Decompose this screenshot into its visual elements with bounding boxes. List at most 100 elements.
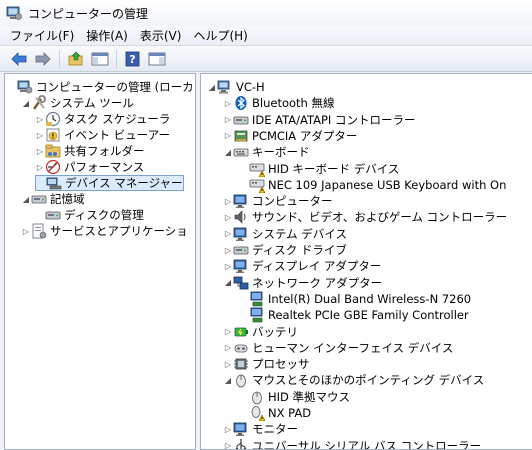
show-hide-console-tree-button[interactable] <box>89 48 111 70</box>
device-tree-item[interactable]: ▷ モニター <box>223 421 298 437</box>
device-tree-item[interactable]: ◢ ネットワーク アダプター <box>223 275 382 291</box>
device-tree-label: Bluetooth 無線 <box>252 96 335 111</box>
device-tree-label: Intel(R) Dual Band Wireless-N 7260 <box>268 291 472 306</box>
console-tree-item[interactable]: デバイス マネージャー <box>35 175 184 191</box>
collapsed-arrow-icon[interactable]: ▷ <box>223 438 233 449</box>
device-tree-item[interactable]: ◢ VC-H <box>207 79 265 95</box>
device-tree-pane: ◢ VC-H ▷ Bluetooth 無線 ▷ IDE ATA/ATAPI コントローラー… <box>200 73 532 450</box>
device-tree-item[interactable]: ▷ ディスク ドライブ <box>223 242 347 258</box>
shared-folder-icon <box>45 144 61 158</box>
device-tree-item[interactable]: ▷ サウンド、ビデオ、およびゲーム コントローラー <box>223 209 507 225</box>
collapsed-arrow-icon[interactable]: ▷ <box>223 421 233 437</box>
device-tree-item[interactable]: ▷ プロセッサ <box>223 356 310 372</box>
collapsed-arrow-icon[interactable]: ▷ <box>21 223 31 239</box>
toolbar: ? <box>0 46 532 72</box>
device-tree-item[interactable]: NX PAD <box>239 405 311 421</box>
help-icon: ? <box>125 51 140 66</box>
battery-icon <box>234 327 248 336</box>
console-tree-pane: コンピューターの管理 (ローカ ◢ システム ツール ▷ タスク スケジューラ ▷ イベント… <box>4 73 196 450</box>
collapsed-arrow-icon[interactable]: ▷ <box>223 128 233 144</box>
collapsed-arrow-icon[interactable]: ▷ <box>35 111 45 127</box>
device-tree-item[interactable]: ▷ PCMCIA アダプター <box>223 128 357 144</box>
collapsed-arrow-icon[interactable]: ▷ <box>223 258 233 274</box>
menu-file[interactable]: ファイル(F) <box>4 25 80 46</box>
device-tree-item[interactable]: ▷ ディスプレイ アダプター <box>223 258 381 274</box>
expanded-arrow-icon[interactable]: ◢ <box>21 95 31 111</box>
folder-up-icon <box>68 51 83 65</box>
console-tree-item[interactable]: ▷ 共有フォルダー <box>35 143 145 159</box>
console-tree-label: パフォーマンス <box>64 160 145 174</box>
device-tree-item[interactable]: ▷ IDE ATA/ATAPI コントローラー <box>223 112 416 128</box>
menu-help[interactable]: ヘルプ(H) <box>187 25 253 46</box>
collapsed-arrow-icon[interactable]: ▷ <box>35 127 45 143</box>
collapsed-arrow-icon[interactable]: ▷ <box>223 209 233 225</box>
menu-view[interactable]: 表示(V) <box>134 25 188 46</box>
device-tree-item[interactable]: HID キーボード デバイス <box>239 161 399 177</box>
device-tree-item[interactable]: NEC 109 Japanese USB Keyboard with On <box>239 177 506 193</box>
device-tree-label: PCMCIA アダプター <box>252 128 358 143</box>
collapsed-arrow-icon[interactable]: ▷ <box>223 340 233 356</box>
device-tree-label: バッテリ <box>252 324 298 339</box>
up-one-level-button[interactable] <box>65 48 87 70</box>
performance-icon <box>45 159 61 175</box>
device-tree-label: システム デバイス <box>252 226 347 241</box>
device-tree-item[interactable]: ▷ Bluetooth 無線 <box>223 95 334 111</box>
collapsed-arrow-icon[interactable]: ▷ <box>35 159 45 175</box>
monitor-icon <box>233 422 247 437</box>
menu-bar: ファイル(F) 操作(A) 表示(V) ヘルプ(H) <box>0 26 532 46</box>
event-viewer-icon <box>46 128 60 142</box>
collapsed-arrow-icon[interactable]: ▷ <box>223 356 233 372</box>
console-tree-item[interactable]: ディスクの管理 <box>35 207 144 223</box>
disk-management-icon <box>45 211 61 220</box>
show-hide-action-pane-button[interactable] <box>146 48 168 70</box>
console-tree-item[interactable]: ▷ サービスとアプリケーショ <box>21 223 188 239</box>
collapsed-arrow-icon[interactable]: ▷ <box>223 226 233 242</box>
back-button[interactable] <box>8 48 30 70</box>
console-tree-item[interactable]: ◢ 記憶域 <box>21 191 85 207</box>
device-tree-item[interactable]: ◢ マウスとそのほかのポインティング デバイス <box>223 372 484 388</box>
console-tree-item[interactable]: コンピューターの管理 (ローカ <box>7 79 194 95</box>
device-tree-item[interactable]: Realtek PCIe GBE Family Controller <box>239 307 469 323</box>
collapsed-arrow-icon[interactable]: ▷ <box>223 112 233 128</box>
console-tree-icon <box>91 52 109 65</box>
device-tree-label: ディスク ドライブ <box>252 243 347 257</box>
services-icon <box>32 223 47 239</box>
expanded-arrow-icon[interactable]: ◢ <box>223 144 233 160</box>
device-tree-item[interactable]: ▷ システム デバイス <box>223 226 347 242</box>
device-tree-item[interactable]: ▷ コンピューター <box>223 193 333 209</box>
device-tree-label: NX PAD <box>268 406 312 420</box>
collapsed-arrow-icon[interactable]: ▷ <box>223 242 233 258</box>
collapsed-arrow-icon[interactable]: ▷ <box>223 95 233 111</box>
device-tree-item[interactable]: ▷ バッテリ <box>223 324 298 340</box>
device-tree-item[interactable]: ▷ ヒューマン インターフェイス デバイス <box>223 340 454 356</box>
console-tree-item[interactable]: ◢ システム ツール <box>21 95 134 111</box>
expanded-arrow-icon[interactable]: ◢ <box>223 372 233 388</box>
collapsed-arrow-icon[interactable]: ▷ <box>223 324 233 340</box>
menu-action[interactable]: 操作(A) <box>80 25 134 46</box>
console-tree-item[interactable]: ▷ イベント ビューアー <box>35 127 170 143</box>
collapsed-arrow-icon[interactable]: ▷ <box>35 143 45 159</box>
window-title: コンピューターの管理 <box>28 6 149 21</box>
forward-button[interactable] <box>32 48 54 70</box>
device-tree-item[interactable]: ◢ キーボード <box>223 144 310 160</box>
expanded-arrow-icon[interactable]: ◢ <box>207 79 217 95</box>
console-tree-label: 共有フォルダー <box>64 144 145 158</box>
expanded-arrow-icon[interactable]: ◢ <box>223 275 233 291</box>
device-tree-item[interactable]: HID 準拠マウス <box>239 389 350 405</box>
console-tree-item[interactable]: ▷ タスク スケジューラ <box>35 111 170 127</box>
monitor-icon <box>233 194 247 209</box>
network-icon <box>233 276 249 289</box>
computer-icon <box>217 80 230 94</box>
usb-icon <box>236 438 247 449</box>
keyboard-warning-icon <box>249 163 265 177</box>
device-tree-item[interactable]: Intel(R) Dual Band Wireless-N 7260 <box>239 291 471 307</box>
console-tree-label: コンピューターの管理 (ローカ <box>36 80 194 94</box>
collapsed-arrow-icon[interactable]: ▷ <box>223 193 233 209</box>
console-tree-item[interactable]: ▷ パフォーマンス <box>35 159 144 175</box>
expanded-arrow-icon[interactable]: ◢ <box>21 191 31 207</box>
device-tree-item[interactable]: ▷ ユニバーサル シリアル バス コントローラー <box>223 438 481 449</box>
monitor-icon <box>233 259 247 274</box>
help-button[interactable]: ? <box>122 48 144 70</box>
